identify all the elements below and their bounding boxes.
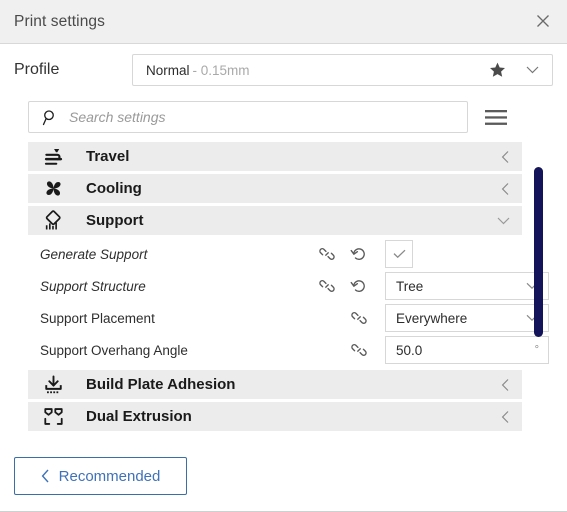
recommended-label: Recommended: [58, 467, 161, 485]
chevron-down-icon[interactable]: [497, 216, 510, 225]
close-icon[interactable]: [527, 6, 559, 36]
chevron-left-icon[interactable]: [501, 182, 510, 195]
revert-icon[interactable]: [348, 243, 370, 265]
link-icon[interactable]: [348, 339, 370, 361]
category-label: Support: [86, 212, 144, 229]
star-icon[interactable]: [489, 62, 506, 79]
category-label: Cooling: [86, 180, 142, 197]
setting-control-area: Everywhere: [385, 304, 549, 332]
revert-icon[interactable]: [348, 275, 370, 297]
chevron-left-icon[interactable]: [501, 150, 510, 163]
search-icon: [42, 109, 59, 126]
build-plate-adhesion-icon: [36, 374, 70, 395]
setting-control-area: [385, 240, 522, 268]
setting-row-icons: [316, 275, 370, 297]
travel-icon: [36, 146, 70, 167]
settings-list-container: Travel Cooling Support Generate Support …: [0, 142, 567, 434]
support-icon: [36, 210, 70, 231]
category-row-dual-extrusion[interactable]: Dual Extrusion: [28, 402, 522, 431]
profile-selector[interactable]: Normal - 0.15mm: [132, 54, 553, 86]
search-box[interactable]: [28, 101, 468, 133]
setting-row-support-overhang-angle: Support Overhang Angle 50.0 °: [28, 334, 549, 366]
setting-row-icons: [316, 307, 370, 329]
cooling-fan-icon: [36, 178, 70, 199]
setting-row-support-placement: Support Placement Everywhere: [28, 302, 549, 334]
search-row: [0, 98, 567, 136]
icon-placeholder: [316, 339, 338, 361]
support-structure-dropdown[interactable]: Tree: [385, 272, 549, 300]
link-icon[interactable]: [316, 275, 338, 297]
setting-label: Support Placement: [40, 310, 155, 326]
profile-value: Normal: [146, 62, 190, 78]
link-icon[interactable]: [316, 243, 338, 265]
settings-scrollbar-thumb[interactable]: [534, 167, 543, 337]
settings-scrollbar-track[interactable]: [534, 167, 543, 337]
setting-row-support-structure: Support Structure Tree: [28, 270, 549, 302]
profile-row: Profile Normal - 0.15mm: [0, 44, 567, 96]
icon-placeholder: [316, 307, 338, 329]
setting-label: Support Overhang Angle: [40, 342, 188, 358]
print-settings-window: Print settings Profile Normal - 0.15mm S…: [0, 0, 567, 512]
chevron-down-icon[interactable]: [526, 66, 539, 75]
dual-extrusion-icon: [36, 406, 70, 427]
category-label: Build Plate Adhesion: [86, 376, 236, 393]
input-value: 50.0: [396, 342, 423, 358]
chevron-left-icon[interactable]: [501, 410, 510, 423]
dropdown-value: Tree: [396, 278, 424, 294]
generate-support-checkbox[interactable]: [385, 240, 413, 268]
setting-label: Generate Support: [40, 246, 148, 262]
setting-control-area: Tree: [385, 272, 549, 300]
profile-label: Profile: [14, 61, 60, 78]
setting-label: Support Structure: [40, 278, 146, 294]
support-placement-dropdown[interactable]: Everywhere: [385, 304, 549, 332]
setting-row-icons: [316, 339, 370, 361]
link-icon[interactable]: [348, 307, 370, 329]
chevron-left-icon: [41, 469, 50, 483]
category-row-cooling[interactable]: Cooling: [28, 174, 522, 203]
category-label: Travel: [86, 148, 130, 165]
chevron-left-icon[interactable]: [501, 378, 510, 391]
category-row-support[interactable]: Support: [28, 206, 522, 235]
setting-row-generate-support: Generate Support: [28, 238, 522, 270]
footer-bar: Recommended: [0, 441, 567, 511]
setting-row-icons: [316, 243, 370, 265]
page-title: Print settings: [14, 12, 105, 30]
settings-list: Travel Cooling Support Generate Support …: [0, 142, 567, 431]
category-label: Dual Extrusion: [86, 408, 192, 425]
input-unit: °: [534, 344, 539, 356]
support-overhang-angle-input[interactable]: 50.0 °: [385, 336, 549, 364]
category-row-build-plate-adhesion[interactable]: Build Plate Adhesion: [28, 370, 522, 399]
category-row-travel[interactable]: Travel: [28, 142, 522, 171]
recommended-button[interactable]: Recommended: [14, 457, 187, 495]
dropdown-value: Everywhere: [396, 310, 468, 326]
setting-control-area: 50.0 °: [385, 336, 549, 364]
search-input[interactable]: [69, 109, 467, 125]
window-titlebar: Print settings: [0, 0, 567, 44]
hamburger-menu-icon[interactable]: [478, 101, 514, 133]
profile-detail: - 0.15mm: [192, 62, 250, 78]
